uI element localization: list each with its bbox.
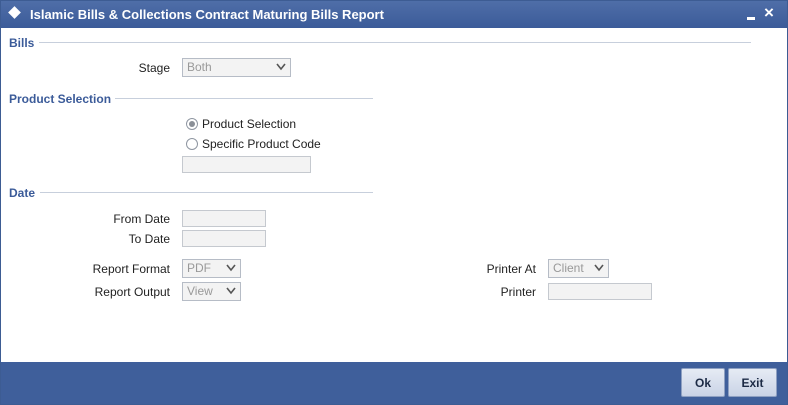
diamond-icon [8,6,21,19]
report-output-value: View [187,284,213,298]
section-bills: Bills [9,36,35,50]
stage-label: Stage [138,61,170,75]
printer-at-label: Printer At [486,262,536,276]
section-product-selection: Product Selection [9,92,112,106]
close-icon[interactable]: × [764,3,774,23]
section-divider [40,192,373,193]
report-window: Islamic Bills & Collections Contract Mat… [0,0,788,405]
product-selection-radio[interactable] [186,118,198,130]
specific-product-code-option-label: Specific Product Code [202,137,321,151]
section-divider [115,98,373,99]
stage-select[interactable]: Both [182,58,291,77]
product-code-input[interactable] [182,156,311,173]
report-format-select[interactable]: PDF [182,259,241,278]
from-date-input[interactable] [182,210,266,227]
report-output-label: Report Output [94,285,170,299]
from-date-label: From Date [113,212,170,226]
product-selection-option-label: Product Selection [202,117,297,131]
report-format-label: Report Format [92,262,170,276]
printer-at-value: Client [553,261,584,275]
title-bar[interactable]: Islamic Bills & Collections Contract Mat… [1,1,787,28]
chevron-down-icon [594,264,604,272]
chevron-down-icon [276,63,286,71]
exit-button[interactable]: Exit [728,368,777,397]
printer-input[interactable] [548,283,652,300]
chevron-down-icon [226,264,236,272]
minimize-icon[interactable] [746,8,758,22]
chevron-down-icon [226,287,236,295]
ok-button[interactable]: Ok [681,368,725,397]
footer-bar [1,362,787,404]
printer-label: Printer [500,285,536,299]
stage-value: Both [187,60,212,74]
window-title: Islamic Bills & Collections Contract Mat… [30,7,384,22]
report-format-value: PDF [187,261,211,275]
section-divider [39,42,751,43]
report-output-select[interactable]: View [182,282,241,301]
to-date-label: To Date [128,232,170,246]
to-date-input[interactable] [182,230,266,247]
printer-at-select[interactable]: Client [548,259,609,278]
specific-product-code-radio[interactable] [186,138,198,150]
section-date: Date [9,186,36,200]
